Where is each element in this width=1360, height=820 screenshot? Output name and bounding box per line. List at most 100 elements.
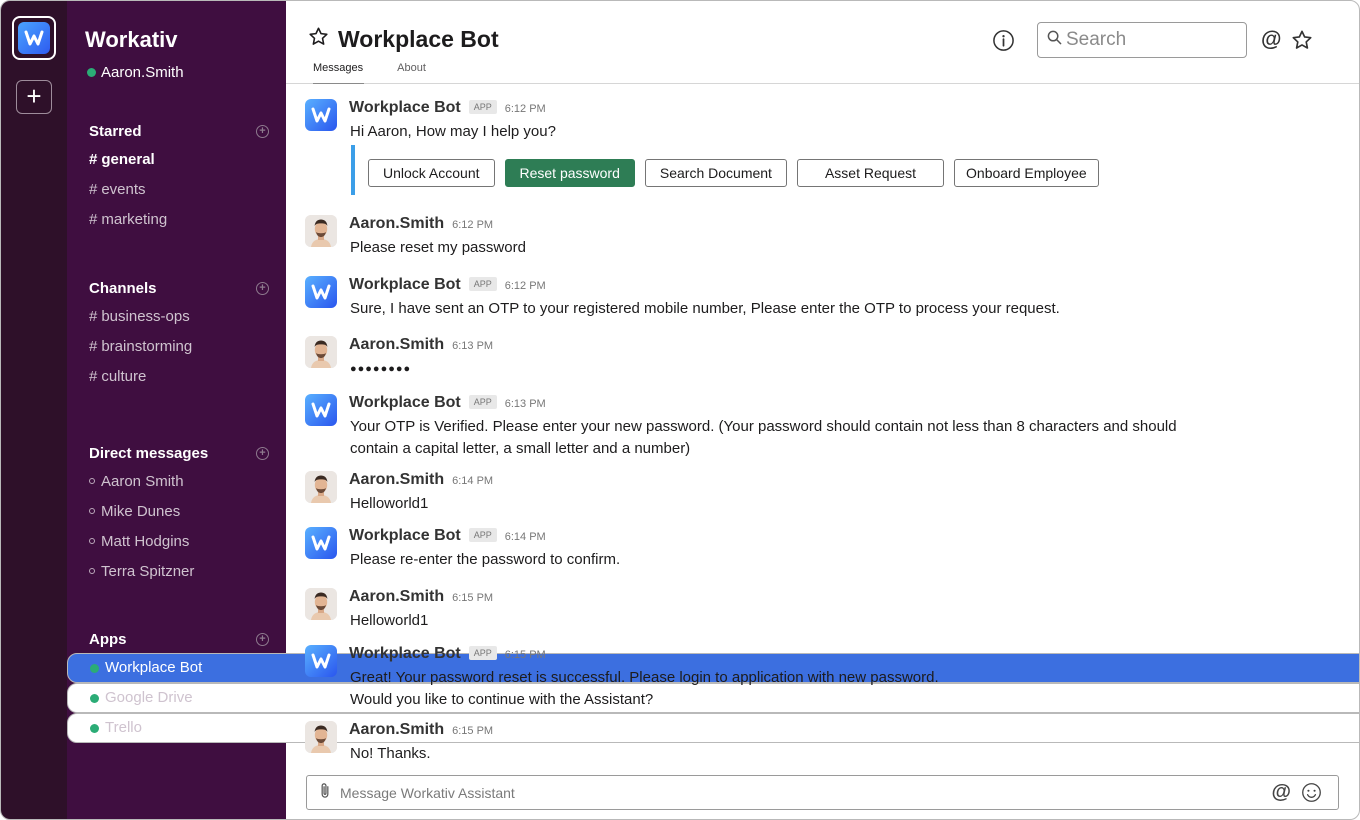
add-dm-icon[interactable]: + [256,447,269,460]
dm-name: Terra Spitzner [101,563,195,580]
sender-name[interactable]: Workplace Bot [349,99,461,117]
bot-avatar[interactable] [305,527,337,559]
section-title: Channels [89,280,157,297]
onboard-employee-button[interactable]: Onboard Employee [954,159,1099,187]
message-input[interactable] [332,784,1272,801]
sender-name[interactable]: Aaron.Smith [349,215,444,233]
user-avatar[interactable] [305,588,337,620]
message-time[interactable]: 6:13 PM [505,398,546,410]
sidebar-item-matt-hodgins[interactable]: Matt Hodgins [67,527,286,557]
app-badge: APP [468,646,497,660]
star-outline-icon[interactable] [308,26,329,53]
message-time[interactable]: 6:12 PM [505,103,546,115]
user-avatar[interactable] [305,721,337,753]
search-document-button[interactable]: Search Document [644,159,787,187]
sender-name[interactable]: Aaron.Smith [349,721,444,739]
dm-name: Aaron Smith [101,473,184,490]
add-app-icon[interactable]: + [256,633,269,646]
message-time[interactable]: 6:12 PM [452,219,493,231]
sender-name[interactable]: Workplace Bot [349,394,461,412]
sidebar-item-business-ops[interactable]: # business-ops [67,302,286,332]
user-avatar[interactable] [305,471,337,503]
section-header-apps[interactable]: Apps + [67,627,286,653]
page-title: Workplace Bot [338,26,499,52]
bot-avatar[interactable] [305,99,337,131]
direct-messages-section: Direct messages + Aaron Smith Mike Dunes… [67,441,286,587]
sidebar-item-brainstorming[interactable]: # brainstorming [67,332,286,362]
user-avatar[interactable] [305,336,337,368]
sidebar-item-events[interactable]: # events [67,175,286,205]
mention-icon[interactable]: @ [1271,781,1291,804]
sidebar-item-terra-spitzner[interactable]: Terra Spitzner [67,557,286,587]
workativ-logo-icon [18,22,50,54]
app-window: + Workativ Aaron.Smith Starred + # genera… [0,0,1360,820]
message-text: Sure, I have sent an OTP to your registe… [350,300,1060,317]
message-list: Workplace Bot APP 6:12 PM Hi Aaron, How ma… [286,85,1359,765]
message-text: No! Thanks. [350,745,431,762]
info-icon[interactable] [992,29,1015,57]
presence-icon [89,478,95,485]
sender-name[interactable]: Workplace Bot [349,276,461,294]
unlock-account-button[interactable]: Unlock Account [368,159,495,187]
section-header-channels[interactable]: Channels + [67,276,286,302]
paperclip-icon[interactable] [318,782,332,804]
search-input[interactable] [1066,29,1236,51]
message-text: Helloworld1 [350,612,429,629]
app-badge: APP [468,100,497,114]
app-name: Trello [105,719,142,736]
section-header-direct-messages[interactable]: Direct messages + [67,441,286,467]
sender-name[interactable]: Workplace Bot [349,527,461,545]
reset-password-button[interactable]: Reset password [504,159,635,187]
channel-name: events [101,181,146,198]
sidebar-item-culture[interactable]: # culture [67,362,286,392]
asset-request-button[interactable]: Asset Request [796,159,945,187]
sidebar-item-general[interactable]: # general [67,145,286,175]
bot-avatar[interactable] [305,645,337,677]
message-composer: @ [306,775,1339,810]
message-time[interactable]: 6:15 PM [452,725,493,737]
message-time[interactable]: 6:15 PM [452,592,493,604]
starred-items-icon[interactable] [1291,29,1313,56]
section-header-starred[interactable]: Starred + [67,119,286,145]
message-time[interactable]: 6:14 PM [505,531,546,543]
sidebar-item-aaron-smith[interactable]: Aaron Smith [67,467,286,497]
message-time[interactable]: 6:15 PM [505,649,546,661]
sender-name[interactable]: Aaron.Smith [349,336,444,354]
workspace-rail: + [1,1,67,819]
message-line: contain a capital letter, a small letter… [350,440,691,457]
app-name: Workplace Bot [105,659,203,676]
sender-name[interactable]: Aaron.Smith [349,471,444,489]
mentions-icon[interactable]: @ [1261,28,1281,52]
bot-avatar[interactable] [305,394,337,426]
search-box[interactable] [1037,22,1247,58]
conversation-title-row: Workplace Bot [308,26,499,53]
add-workspace-button[interactable]: + [16,80,52,114]
current-user[interactable]: Aaron.Smith [87,64,184,81]
add-starred-icon[interactable]: + [256,125,269,138]
workspace-switcher[interactable] [12,16,56,60]
message-line: Your OTP is Verified. Please enter your … [350,418,1177,435]
search-icon [1047,30,1062,50]
channel-name: culture [101,368,147,385]
sidebar-item-mike-dunes[interactable]: Mike Dunes [67,497,286,527]
sender-name[interactable]: Workplace Bot [349,645,461,663]
sender-name[interactable]: Aaron.Smith [349,588,444,606]
message-text: Helloworld1 [350,495,429,512]
message-time[interactable]: 6:14 PM [452,475,493,487]
channel-name: marketing [101,211,168,228]
channels-section: Channels + # business-ops # brainstorming … [67,276,286,392]
tab-about[interactable]: About [397,62,426,84]
message-time[interactable]: 6:12 PM [505,280,546,292]
message-line: Great! Your password reset is successful… [350,669,939,686]
message-text: Please reset my password [350,239,526,256]
message-text: Great! Your password reset is successful… [350,667,1170,711]
bot-avatar[interactable] [305,276,337,308]
presence-icon [89,568,95,575]
tab-messages[interactable]: Messages [313,62,365,84]
sidebar-item-marketing[interactable]: # marketing [67,205,286,235]
message-time[interactable]: 6:13 PM [452,340,493,352]
user-avatar[interactable] [305,215,337,247]
add-channel-icon[interactable]: + [256,282,269,295]
emoji-icon[interactable] [1301,782,1322,803]
section-title: Direct messages [89,445,209,462]
